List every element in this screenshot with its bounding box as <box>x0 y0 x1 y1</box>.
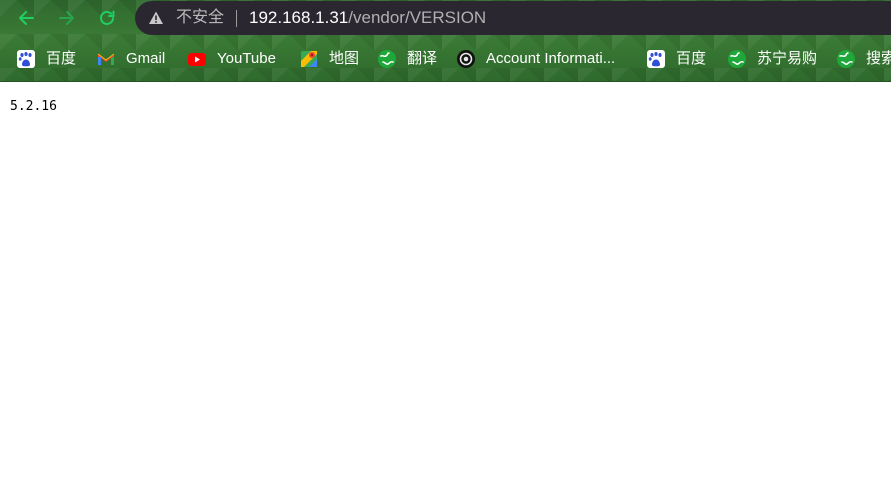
bookmark-gmail[interactable]: Gmail <box>96 44 165 74</box>
browser-toolbar: 不安全 192.168.1.31/vendor/VERSION <box>0 0 891 36</box>
globe-icon <box>728 50 746 68</box>
back-button[interactable] <box>13 5 39 31</box>
url-text[interactable]: 192.168.1.31/vendor/VERSION <box>249 9 486 27</box>
globe-icon <box>837 50 855 68</box>
bookmark-label: 百度 <box>676 50 707 67</box>
url-path: /vendor/VERSION <box>348 8 487 27</box>
forward-button[interactable] <box>54 5 80 31</box>
bookmark-baidu-2[interactable]: 百度 <box>646 44 706 74</box>
bookmark-youtube[interactable]: YouTube <box>187 44 276 74</box>
reload-button[interactable] <box>94 5 120 31</box>
bookmark-suning[interactable]: 苏宁易购 <box>727 44 817 74</box>
globe-icon <box>378 50 396 68</box>
bookmark-label: 搜索 <box>866 50 891 67</box>
bookmarks-bar: 百度 Gmail YouTube 地图 翻译 Account Informati… <box>0 44 891 74</box>
gmail-icon <box>97 53 115 65</box>
reload-icon <box>100 10 115 25</box>
bookmark-label: Gmail <box>126 50 166 67</box>
bookmark-search[interactable]: 搜索 <box>836 44 891 74</box>
forward-arrow-icon <box>59 11 74 25</box>
bookmark-baidu[interactable]: 百度 <box>16 44 76 74</box>
bookmark-label: YouTube <box>217 50 276 67</box>
steam-icon <box>457 50 475 68</box>
bookmark-label: 百度 <box>46 50 77 67</box>
bookmark-account-information[interactable]: Account Informati... <box>456 44 615 74</box>
bookmark-label: Account Informati... <box>486 50 616 67</box>
security-status-label[interactable]: 不安全 <box>176 9 224 27</box>
address-divider <box>236 10 237 27</box>
warning-icon[interactable] <box>148 10 164 26</box>
youtube-icon <box>188 53 206 66</box>
url-host: 192.168.1.31 <box>249 8 349 27</box>
bookmark-maps[interactable]: 地图 <box>299 44 359 74</box>
back-arrow-icon <box>19 11 34 25</box>
baidu-icon <box>17 50 35 68</box>
baidu-icon <box>647 50 665 68</box>
bookmark-label: 苏宁易购 <box>757 50 818 67</box>
page-body-text: 5.2.16 <box>10 99 57 114</box>
bookmark-label: 地图 <box>329 50 360 67</box>
maps-icon <box>301 51 317 67</box>
browser-chrome: 不安全 192.168.1.31/vendor/VERSION 百度 Gmail… <box>0 0 891 82</box>
bookmark-label: 翻译 <box>407 50 438 67</box>
bookmark-translate[interactable]: 翻译 <box>377 44 437 74</box>
address-bar[interactable]: 不安全 192.168.1.31/vendor/VERSION <box>135 1 891 35</box>
